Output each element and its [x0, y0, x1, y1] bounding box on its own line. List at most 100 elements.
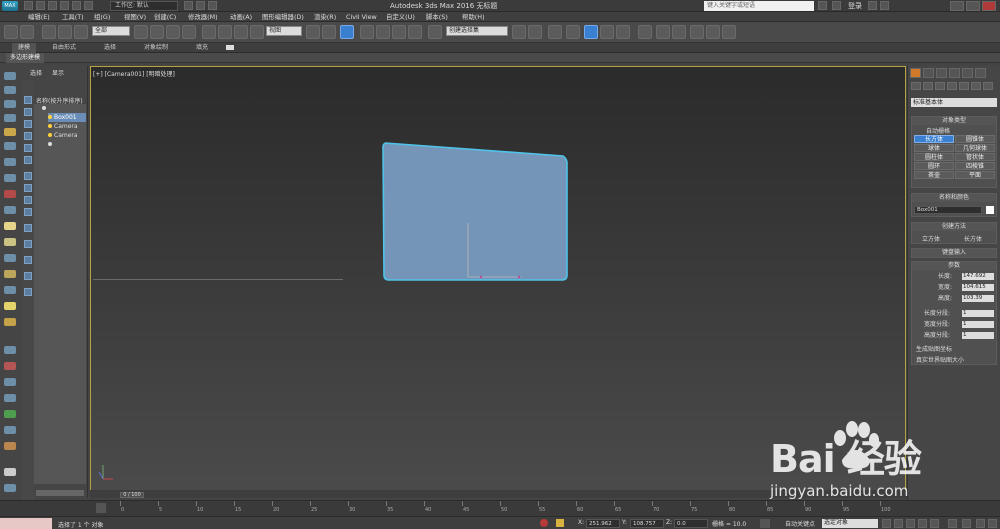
modify-tab-icon[interactable]	[923, 68, 934, 78]
material-editor-icon[interactable]	[638, 25, 652, 39]
filter-all-icon[interactable]	[24, 256, 32, 264]
place-icon[interactable]	[250, 25, 264, 39]
filter-groups-icon[interactable]	[24, 172, 32, 180]
create-camera-icon[interactable]	[4, 114, 16, 122]
length-segs-input[interactable]: 1	[962, 310, 994, 317]
cameras-category-icon[interactable]	[947, 82, 957, 90]
maximize-button[interactable]	[966, 1, 980, 11]
menu-create[interactable]: 创建(C)	[154, 12, 176, 22]
go-to-end-icon[interactable]	[930, 519, 939, 528]
scene-explorer-scrollbar[interactable]	[36, 490, 84, 496]
window-crossing-icon[interactable]	[182, 25, 196, 39]
orbit-icon[interactable]	[976, 519, 985, 528]
torus-button[interactable]: 圆环	[914, 162, 954, 170]
isolate-icon[interactable]	[540, 519, 548, 527]
filter-frozen-icon[interactable]	[24, 224, 32, 232]
width-segs-input[interactable]: 1	[962, 321, 994, 328]
rollout-title[interactable]: 参数	[912, 262, 996, 270]
menu-graph-editors[interactable]: 图形编辑器(D)	[262, 12, 304, 22]
utilities-tab-icon[interactable]	[975, 68, 986, 78]
toggle-ribbon-icon[interactable]	[584, 25, 598, 39]
toggle-scene-explorer-icon[interactable]	[566, 25, 580, 39]
biped-icon[interactable]	[4, 426, 16, 434]
menu-civil-view[interactable]: Civil View	[346, 12, 377, 22]
align-icon[interactable]	[528, 25, 542, 39]
polygon-modeling-label[interactable]: 多边形建模	[6, 53, 45, 63]
menu-group[interactable]: 组(G)	[94, 12, 110, 22]
ring-array-icon[interactable]	[4, 394, 16, 402]
mirror-icon[interactable]	[512, 25, 526, 39]
menu-customize[interactable]: 自定义(U)	[386, 12, 415, 22]
named-selection-set-dropdown[interactable]: 创建选择集	[446, 26, 508, 36]
geosphere-tool-icon[interactable]	[4, 318, 16, 326]
app-logo-icon[interactable]: MAX	[2, 1, 18, 11]
curve-editor-icon[interactable]	[600, 25, 614, 39]
real-world-map-size-checkbox[interactable]: 真实世界贴图大小	[916, 355, 964, 364]
height-segs-input[interactable]: 1	[962, 332, 994, 339]
redo-icon[interactable]	[72, 1, 81, 10]
undo-icon[interactable]	[4, 25, 18, 39]
menu-tools[interactable]: 工具(T)	[62, 12, 84, 22]
go-to-start-icon[interactable]	[882, 519, 891, 528]
cone-button[interactable]: 圆锥体	[955, 135, 995, 143]
link-icon[interactable]	[42, 25, 56, 39]
create-tab-icon[interactable]	[910, 68, 921, 78]
previous-frame-icon[interactable]	[894, 519, 903, 528]
sphere-display-icon[interactable]	[4, 468, 16, 476]
eye-icon[interactable]	[42, 106, 46, 110]
menu-animation[interactable]: 动画(A)	[230, 12, 252, 22]
move-icon[interactable]	[202, 25, 216, 39]
play-icon[interactable]	[906, 519, 915, 528]
x-coord-field[interactable]: 251.962	[586, 519, 620, 528]
cube-radio[interactable]: 立方体	[922, 234, 940, 243]
render-setup-icon[interactable]	[656, 25, 670, 39]
pyramid-button[interactable]: 四棱锥	[955, 162, 995, 170]
shapes-category-icon[interactable]	[923, 82, 933, 90]
filter-cameras-icon[interactable]	[24, 132, 32, 140]
foliage-icon[interactable]	[4, 410, 16, 418]
systems-icon[interactable]	[4, 158, 16, 166]
menu-views[interactable]: 视图(V)	[124, 12, 146, 22]
spacewarps-category-icon[interactable]	[971, 82, 981, 90]
hierarchy-tab-icon[interactable]	[936, 68, 947, 78]
filter-geometry-icon[interactable]	[24, 96, 32, 104]
filter-invert-icon[interactable]	[24, 288, 32, 296]
list-item[interactable]	[48, 140, 54, 149]
create-light-icon[interactable]	[4, 100, 16, 108]
cylinder-tool-icon[interactable]	[4, 206, 16, 214]
display-tab-icon[interactable]	[962, 68, 973, 78]
gen-mapping-coords-checkbox[interactable]: 生成贴图坐标	[916, 344, 952, 353]
maximize-viewport-icon[interactable]	[988, 519, 997, 528]
sun-light-icon[interactable]	[4, 302, 16, 310]
time-slider[interactable]: 0 / 100	[120, 492, 144, 498]
forward-icon[interactable]	[196, 1, 205, 10]
teapot-icon[interactable]	[4, 190, 16, 198]
lock-selection-icon[interactable]	[556, 519, 564, 527]
filter-none-icon[interactable]	[24, 272, 32, 280]
filter-helpers-icon[interactable]	[24, 144, 32, 152]
crowd-icon[interactable]	[4, 442, 16, 450]
rotate-icon[interactable]	[218, 25, 232, 39]
edit-named-selection-icon[interactable]	[428, 25, 442, 39]
helper-icon[interactable]	[4, 128, 16, 136]
rollout-title[interactable]: 对象类型	[912, 117, 996, 125]
reference-coord-dropdown[interactable]: 视图	[266, 26, 302, 36]
bind-space-warp-icon[interactable]	[74, 25, 88, 39]
close-button[interactable]	[982, 1, 996, 11]
open-file-icon[interactable]	[36, 1, 45, 10]
undo-icon[interactable]	[60, 1, 69, 10]
save-file-icon[interactable]	[48, 1, 57, 10]
object-name-field[interactable]: Box001	[914, 206, 982, 214]
height-input[interactable]: 103.39	[962, 295, 994, 302]
y-coord-field[interactable]: 108.757	[630, 519, 664, 528]
schematic-view-icon[interactable]	[616, 25, 630, 39]
key-filter-dropdown[interactable]: 选定对象	[822, 519, 878, 528]
tab-object-paint[interactable]: 对象绘制	[144, 43, 168, 53]
auto-key-button[interactable]: 自动关键点	[785, 519, 815, 528]
pan-icon[interactable]	[962, 519, 971, 528]
systems-category-icon[interactable]	[983, 82, 993, 90]
teapot-button[interactable]: 茶壶	[914, 171, 954, 179]
primitive-type-dropdown[interactable]: 标准基本体	[911, 98, 997, 107]
menu-modifiers[interactable]: 修改器(M)	[188, 12, 218, 22]
box-button[interactable]: 长方体	[914, 135, 954, 143]
